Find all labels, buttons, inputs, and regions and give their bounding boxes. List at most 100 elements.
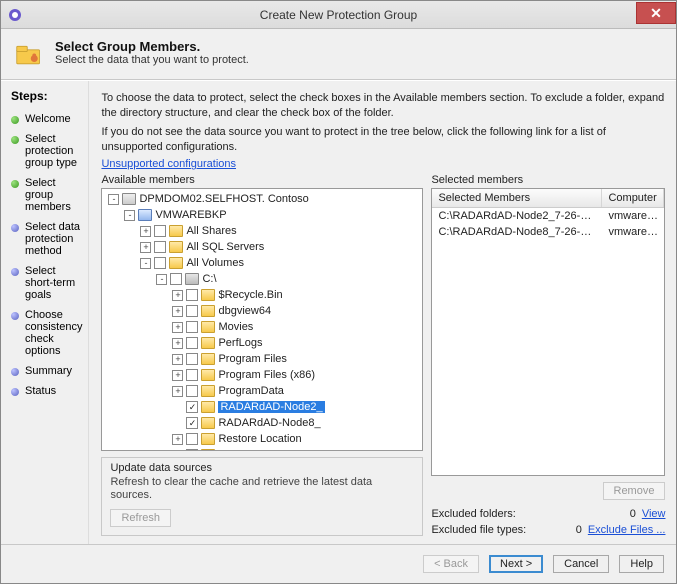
- refresh-button[interactable]: Refresh: [110, 509, 171, 527]
- window-title: Create New Protection Group: [1, 8, 676, 22]
- expand-icon[interactable]: +: [172, 338, 183, 349]
- tree-checkbox[interactable]: [186, 385, 198, 397]
- intro-text-1: To choose the data to protect, select th…: [101, 91, 665, 121]
- expand-icon[interactable]: +: [172, 450, 183, 451]
- step-item[interactable]: Select group members: [11, 173, 82, 217]
- folder-icon: [201, 401, 215, 413]
- tree-node[interactable]: + Restore Location: [102, 431, 422, 447]
- tree-checkbox[interactable]: [170, 273, 182, 285]
- tree-node-label: Program Files: [218, 353, 286, 365]
- expand-icon[interactable]: +: [172, 370, 183, 381]
- tree-checkbox[interactable]: [154, 225, 166, 237]
- expand-icon[interactable]: +: [140, 226, 151, 237]
- expand-icon[interactable]: +: [172, 322, 183, 333]
- grid-row[interactable]: C:\RADARdAD-Node2_7-26-6-...vmwareb...: [432, 208, 664, 224]
- tree-node-label: DPMDOM02.SELFHOST. Contoso: [139, 193, 308, 205]
- tree-node[interactable]: + $Recycle.Bin: [102, 287, 422, 303]
- tree-checkbox[interactable]: [186, 449, 198, 450]
- help-button[interactable]: Help: [619, 555, 664, 573]
- expand-icon[interactable]: +: [172, 354, 183, 365]
- tree-checkbox[interactable]: [186, 321, 198, 333]
- expand-icon[interactable]: +: [172, 386, 183, 397]
- tree-node[interactable]: ✓RADARdAD-Node2_: [102, 399, 422, 415]
- expand-icon[interactable]: +: [140, 242, 151, 253]
- pending-bullet-icon: [11, 268, 19, 276]
- titlebar: Create New Protection Group ✕: [1, 1, 676, 29]
- tree-node[interactable]: + Movies: [102, 319, 422, 335]
- cancel-button[interactable]: Cancel: [553, 555, 609, 573]
- tree-checkbox[interactable]: [154, 241, 166, 253]
- exclude-files-link[interactable]: Exclude Files ...: [588, 524, 666, 536]
- tree-node[interactable]: + PerfLogs: [102, 335, 422, 351]
- tree-node[interactable]: +All SQL Servers: [102, 239, 422, 255]
- tree-checkbox[interactable]: [186, 305, 198, 317]
- tree-node[interactable]: +ProgramData: [102, 383, 422, 399]
- cell-member: C:\RADARdAD-Node8_7-26-6-...: [432, 224, 602, 240]
- folder-icon: [201, 385, 215, 397]
- col-selected-members[interactable]: Selected Members: [432, 189, 602, 207]
- tree-checkbox[interactable]: [186, 289, 198, 301]
- intro-text-2: If you do not see the data source you wa…: [101, 125, 665, 155]
- remove-button[interactable]: Remove: [603, 482, 666, 500]
- step-label: Select group members: [25, 177, 82, 213]
- back-button[interactable]: < Back: [423, 555, 479, 573]
- step-item[interactable]: Summary: [11, 361, 82, 381]
- available-members-tree[interactable]: -DPMDOM02.SELFHOST. Contoso-VMWAREBKP+Al…: [101, 188, 423, 450]
- steps-heading: Steps:: [11, 89, 82, 103]
- step-item[interactable]: Choose consistency check options: [11, 305, 82, 361]
- tree-node[interactable]: -All Volumes: [102, 255, 422, 271]
- collapse-icon[interactable]: -: [124, 210, 135, 221]
- col-computer[interactable]: Computer: [602, 189, 664, 207]
- page-subtitle: Select the data that you want to protect…: [55, 54, 249, 66]
- expand-icon[interactable]: +: [172, 434, 183, 445]
- check-bullet-icon: [11, 116, 19, 124]
- unsupported-configs-link[interactable]: Unsupported configurations: [101, 158, 236, 170]
- app-icon: [7, 7, 23, 23]
- pending-bullet-icon: [11, 224, 19, 232]
- tree-node[interactable]: + dbgview64: [102, 303, 422, 319]
- tree-node[interactable]: +shPerf-N: [102, 447, 422, 450]
- view-excluded-link[interactable]: View: [642, 508, 666, 520]
- tree-node-label: Restore Location: [218, 433, 301, 445]
- selected-members-pane: Selected members Selected Members Comput…: [431, 174, 665, 536]
- folder-users-icon: [15, 41, 43, 69]
- collapse-icon[interactable]: -: [140, 258, 151, 269]
- tree-node-label: Program Files (x86): [218, 369, 315, 381]
- step-item[interactable]: Select short-term goals: [11, 261, 82, 305]
- tree-checkbox[interactable]: [186, 353, 198, 365]
- selected-members-grid[interactable]: Selected Members Computer C:\RADARdAD-No…: [431, 188, 665, 476]
- step-item[interactable]: Select protection group type: [11, 129, 82, 173]
- tree-checkbox[interactable]: [154, 257, 166, 269]
- tree-checkbox[interactable]: [186, 337, 198, 349]
- collapse-icon[interactable]: -: [108, 194, 119, 205]
- next-button[interactable]: Next >: [489, 555, 543, 573]
- step-item[interactable]: Select data protection method: [11, 217, 82, 261]
- tree-node[interactable]: - DPMDOM02.SELFHOST. Contoso: [102, 191, 422, 207]
- tree-node[interactable]: + Program Files: [102, 351, 422, 367]
- tree-node[interactable]: -VMWAREBKP: [102, 207, 422, 223]
- close-button[interactable]: ✕: [636, 2, 676, 24]
- tree-node-label: $Recycle.Bin: [218, 289, 282, 301]
- tree-node-label: All Shares: [186, 225, 236, 237]
- grid-row[interactable]: C:\RADARdAD-Node8_7-26-6-...vmwareb...: [432, 224, 664, 240]
- collapse-icon[interactable]: -: [156, 274, 167, 285]
- tree-checkbox[interactable]: ✓: [186, 417, 198, 429]
- tree-node[interactable]: -C:\: [102, 271, 422, 287]
- tree-node[interactable]: ✓RADARdAD-Node8_: [102, 415, 422, 431]
- tree-node[interactable]: + Program Files (x86): [102, 367, 422, 383]
- tree-checkbox[interactable]: [186, 369, 198, 381]
- expand-icon[interactable]: +: [172, 290, 183, 301]
- tree-node-label: dbgview64: [218, 305, 271, 317]
- step-item[interactable]: Welcome: [11, 109, 82, 129]
- content-panel: To choose the data to protect, select th…: [89, 81, 677, 544]
- tree-node-label: Movies: [218, 321, 253, 333]
- folder-icon: [169, 257, 183, 269]
- step-item[interactable]: Status: [11, 381, 82, 401]
- tree-checkbox[interactable]: [186, 433, 198, 445]
- folder-icon: [201, 449, 215, 450]
- tree-node[interactable]: + All Shares: [102, 223, 422, 239]
- tree-node-label: PerfLogs: [218, 337, 262, 349]
- step-label: Choose consistency check options: [25, 309, 82, 357]
- tree-checkbox[interactable]: ✓: [186, 401, 198, 413]
- expand-icon[interactable]: +: [172, 306, 183, 317]
